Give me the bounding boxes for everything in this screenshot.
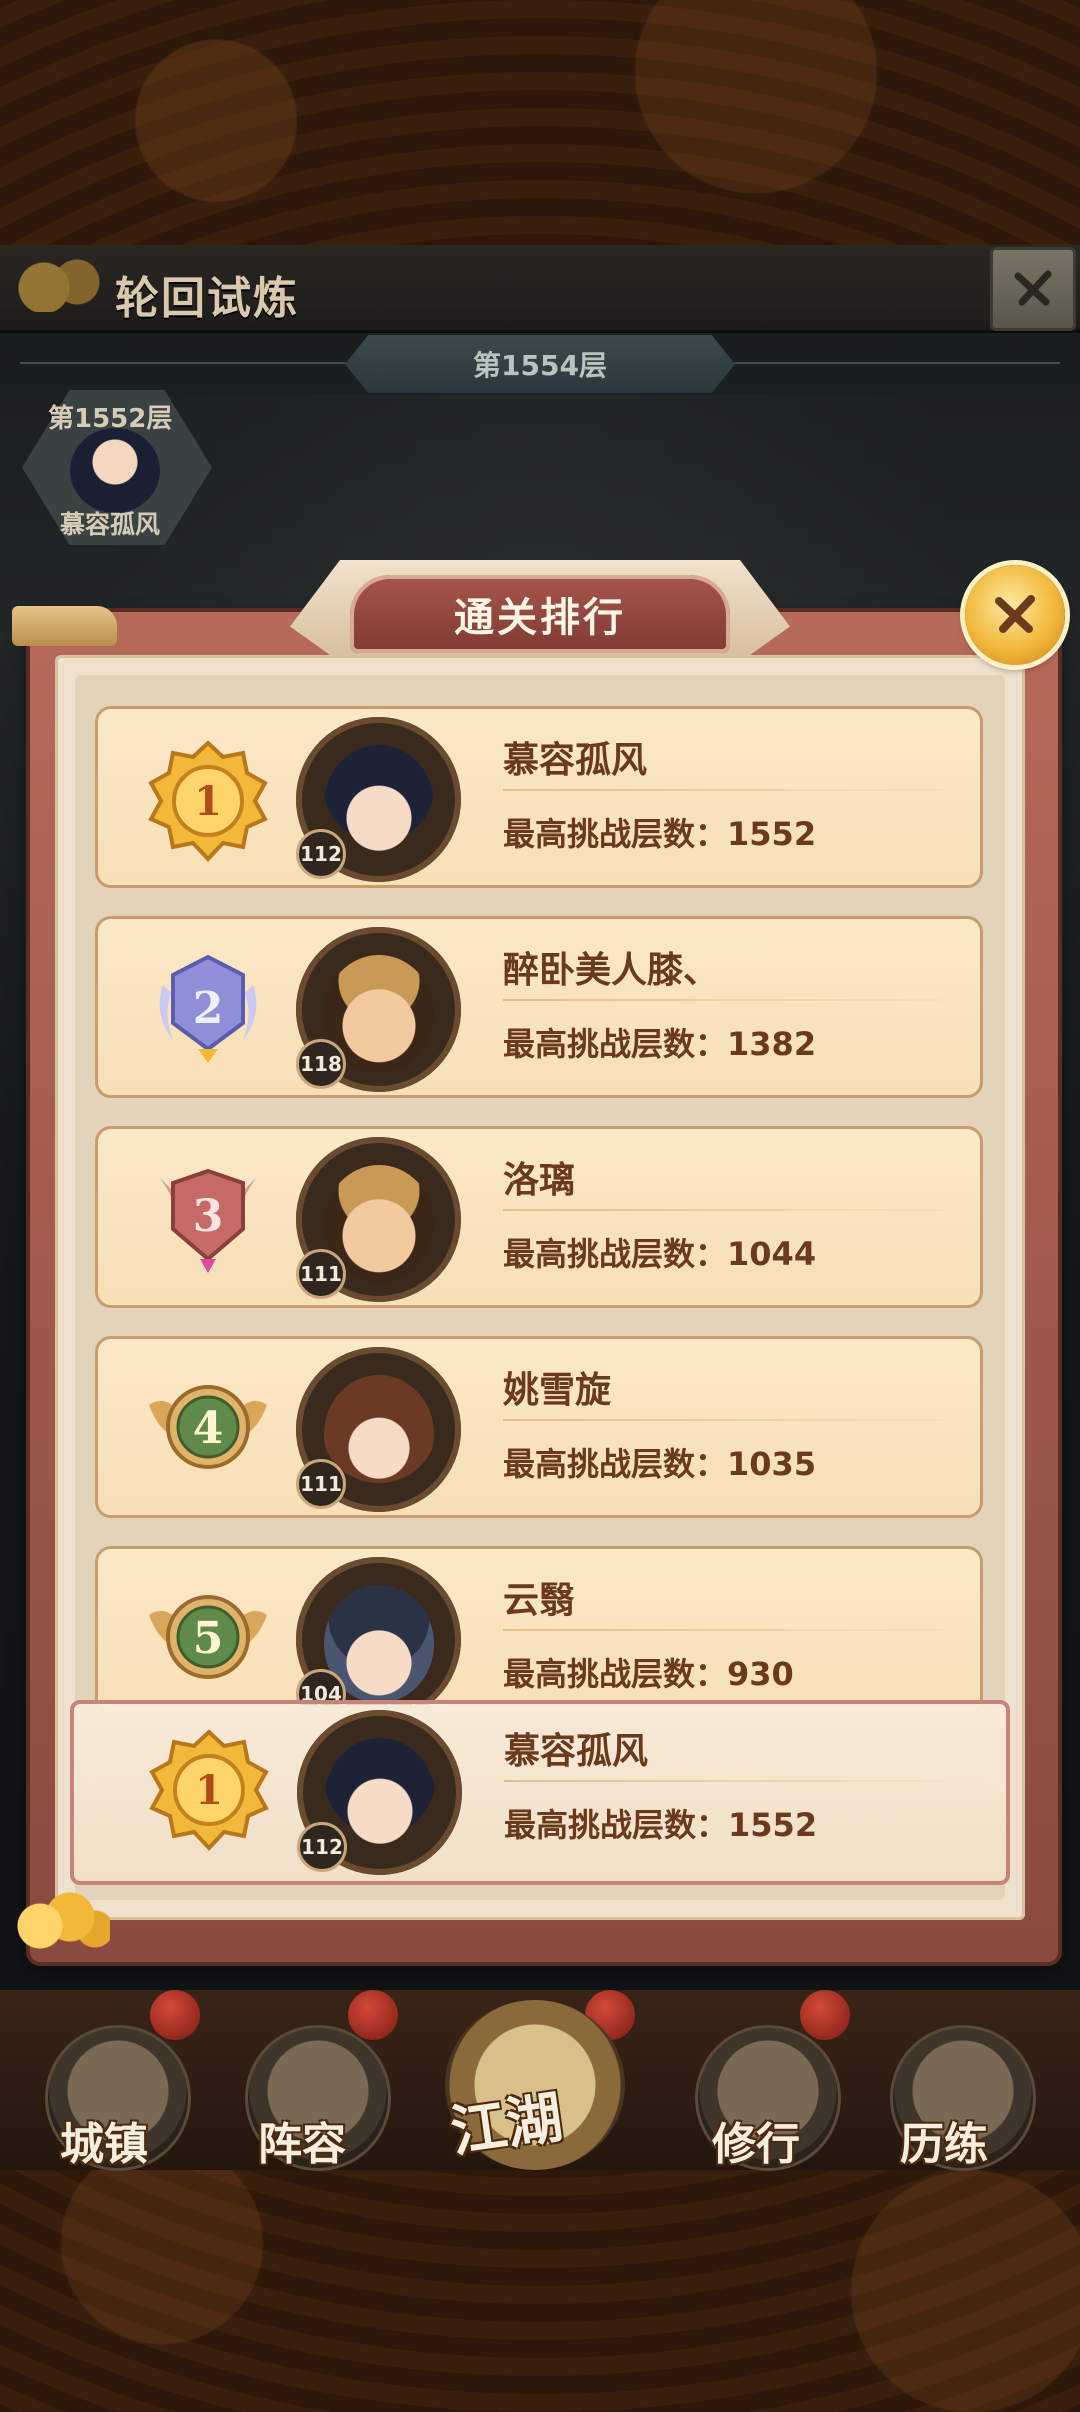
svg-text:1: 1 bbox=[194, 778, 222, 825]
avatar[interactable]: 118 bbox=[296, 927, 461, 1092]
ranking-row[interactable]: 2 118 醉卧美人膝、 最高挑战层数：1382 bbox=[95, 916, 983, 1098]
player-name: 醉卧美人膝、 bbox=[503, 950, 720, 991]
ranking-list[interactable]: 1 112 慕容孤风 最高挑战层数：1552 2 118 醉卧美人膝、 最高挑战… bbox=[95, 700, 985, 1705]
score-text: 最高挑战层数：1552 bbox=[503, 809, 816, 855]
previous-floor-label: 第1552层 bbox=[48, 404, 173, 434]
nav-jianghu-label: 江湖 bbox=[446, 2085, 567, 2166]
divider bbox=[503, 1629, 943, 1631]
avatar[interactable]: 111 bbox=[296, 1347, 461, 1512]
score-value: 1044 bbox=[727, 1235, 817, 1273]
svg-text:5: 5 bbox=[193, 1613, 224, 1664]
previous-floor-player: 慕容孤风 bbox=[60, 510, 161, 539]
svg-text:1: 1 bbox=[195, 1767, 223, 1814]
score-label: 最高挑战层数： bbox=[503, 815, 728, 853]
ranking-row[interactable]: 1 112 慕容孤风 最高挑战层数：1552 bbox=[95, 706, 983, 888]
page-title: 轮回试炼 bbox=[115, 273, 299, 324]
green-rank-badge-icon: 4 bbox=[149, 1385, 267, 1469]
level-badge: 118 bbox=[296, 1039, 346, 1089]
score-label: 最高挑战层数： bbox=[503, 1235, 728, 1273]
close-icon bbox=[1014, 270, 1052, 306]
bronze-rank-badge-icon: 3 bbox=[159, 1168, 257, 1273]
divider bbox=[503, 1209, 943, 1211]
divider bbox=[504, 1780, 944, 1782]
ranking-row[interactable]: 3 111 洛璃 最高挑战层数：1044 bbox=[95, 1126, 983, 1308]
previous-floor-avatar bbox=[70, 428, 160, 513]
player-name: 姚雪旋 bbox=[503, 1370, 612, 1411]
avatar[interactable]: 112 bbox=[297, 1710, 462, 1875]
score-value: 1035 bbox=[727, 1445, 817, 1483]
my-ranking-row[interactable]: 1 112 慕容孤风 最高挑战层数：1552 bbox=[70, 1700, 1010, 1885]
level-badge: 111 bbox=[296, 1249, 346, 1299]
current-floor-banner: 第1554层 bbox=[345, 335, 735, 393]
divider bbox=[503, 1419, 943, 1421]
score-text: 最高挑战层数：1552 bbox=[504, 1800, 817, 1846]
close-button[interactable] bbox=[990, 247, 1076, 331]
notification-dot bbox=[800, 1990, 850, 2040]
svg-text:2: 2 bbox=[193, 983, 224, 1034]
ranking-row[interactable]: 5 104 云翳 最高挑战层数：930 bbox=[95, 1546, 983, 1705]
score-value: 1552 bbox=[727, 815, 817, 853]
cloud-ornament-icon bbox=[10, 1890, 110, 1950]
notification-dot bbox=[150, 1990, 200, 2040]
close-icon bbox=[995, 595, 1035, 633]
svg-text:3: 3 bbox=[193, 1191, 224, 1242]
score-label: 最高挑战层数： bbox=[503, 1025, 728, 1063]
nav-cultivation-label: 修行 bbox=[712, 2119, 800, 2170]
score-text: 最高挑战层数：1044 bbox=[503, 1229, 816, 1275]
gold-rank-badge-icon: 1 bbox=[149, 1729, 269, 1851]
divider bbox=[503, 789, 943, 791]
player-name: 洛璃 bbox=[503, 1160, 576, 1201]
svg-text:4: 4 bbox=[193, 1403, 224, 1454]
score-text: 最高挑战层数：1035 bbox=[503, 1439, 816, 1485]
level-badge: 111 bbox=[296, 1459, 346, 1509]
score-text: 最高挑战层数：1382 bbox=[503, 1019, 816, 1065]
scroll-ornament-icon bbox=[12, 606, 117, 646]
score-label: 最高挑战层数： bbox=[504, 1806, 729, 1844]
avatar[interactable]: 104 bbox=[296, 1557, 461, 1705]
nav-lineup-label: 阵容 bbox=[258, 2119, 346, 2170]
nav-training-label: 历练 bbox=[900, 2119, 988, 2170]
player-name: 慕容孤风 bbox=[503, 740, 648, 781]
silver-rank-badge-icon: 2 bbox=[159, 954, 257, 1063]
modal-close-button[interactable] bbox=[965, 565, 1065, 665]
cloud-ornament-icon bbox=[0, 252, 110, 312]
level-badge: 112 bbox=[296, 829, 346, 879]
avatar[interactable]: 111 bbox=[296, 1137, 461, 1302]
green-rank-badge-icon: 5 bbox=[149, 1595, 267, 1679]
gold-rank-badge-icon: 1 bbox=[148, 740, 268, 862]
score-text: 最高挑战层数：930 bbox=[503, 1649, 794, 1695]
ranking-row[interactable]: 4 111 姚雪旋 最高挑战层数：1035 bbox=[95, 1336, 983, 1518]
score-value: 1552 bbox=[728, 1806, 818, 1844]
avatar[interactable]: 112 bbox=[296, 717, 461, 882]
score-label: 最高挑战层数： bbox=[503, 1655, 728, 1693]
divider bbox=[503, 999, 943, 1001]
player-name: 云翳 bbox=[503, 1580, 576, 1621]
score-value: 930 bbox=[727, 1655, 794, 1693]
nav-town-label: 城镇 bbox=[60, 2119, 148, 2170]
notification-dot bbox=[348, 1990, 398, 2040]
score-value: 1382 bbox=[727, 1025, 817, 1063]
score-label: 最高挑战层数： bbox=[503, 1445, 728, 1483]
player-name: 慕容孤风 bbox=[504, 1731, 649, 1772]
modal-title: 通关排行 bbox=[350, 575, 730, 653]
level-badge: 112 bbox=[297, 1822, 347, 1872]
